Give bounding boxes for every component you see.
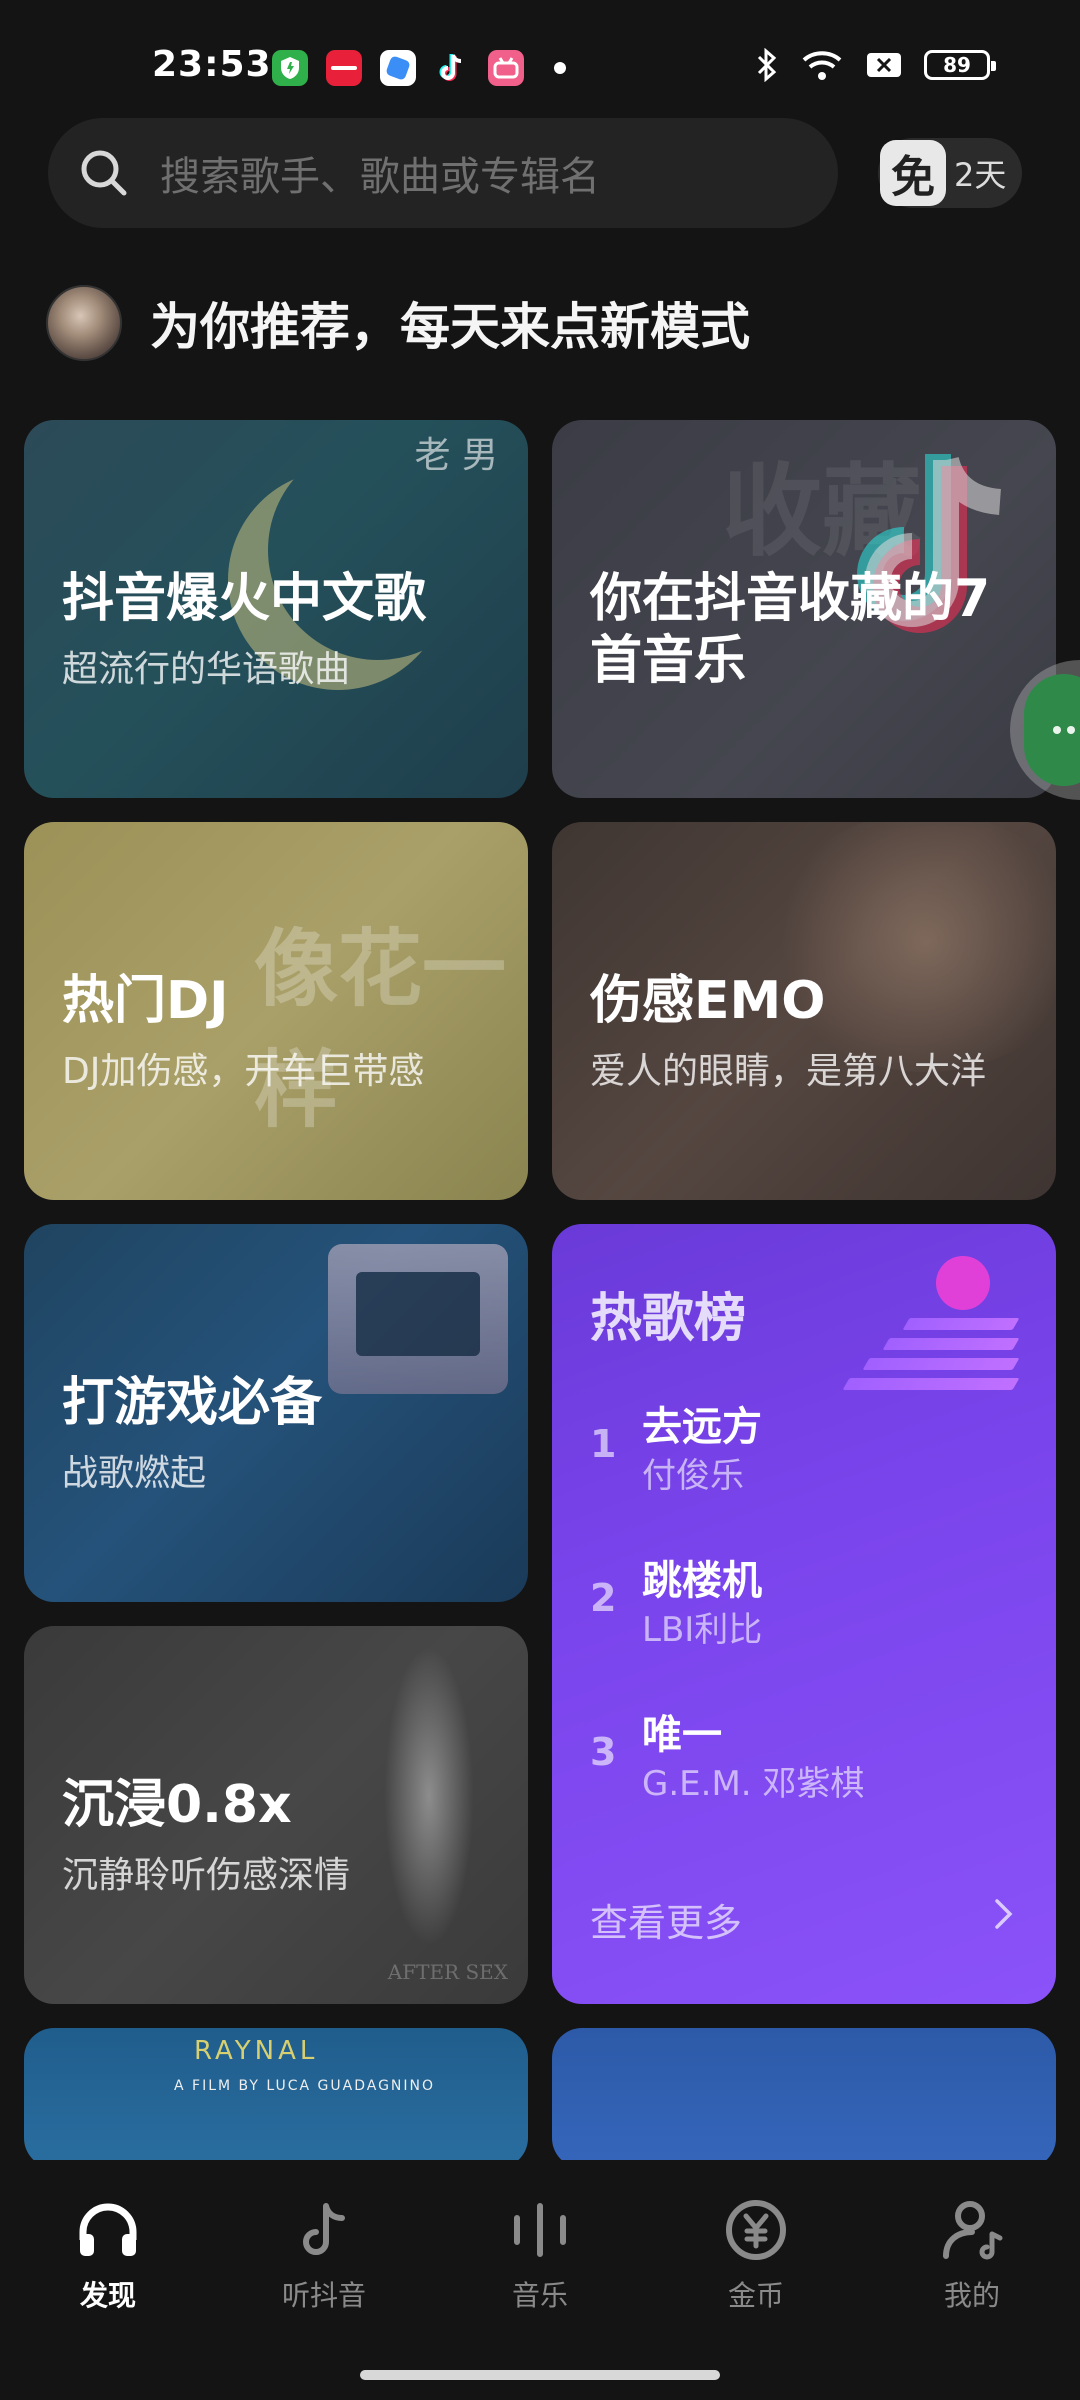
playlist-card-partial-left[interactable]: RAYNAL A FILM BY LUCA GUADAGNINO xyxy=(24,2028,528,2168)
search-placeholder: 搜索歌手、歌曲或专辑名 xyxy=(160,154,600,200)
screen: 23:53 89 搜索歌手、歌曲或专辑名 免 2天 为你推荐，每天来点新模式 老… xyxy=(0,0,1080,2400)
song-rank: 2 xyxy=(590,1576,617,1620)
card-title: 伤感EMO xyxy=(590,971,826,1031)
browser-icon xyxy=(380,50,416,86)
computer-artwork xyxy=(328,1244,508,1394)
card-title: 热门DJ xyxy=(62,971,229,1031)
bluetooth-icon xyxy=(757,48,777,82)
status-time: 23:53 xyxy=(152,44,272,85)
playlist-card-hot-dj[interactable]: 像花一样 热门DJ DJ加伤感，开车巨带感 xyxy=(24,822,528,1200)
card-subtitle: DJ加伤感，开车巨带感 xyxy=(62,1051,425,1092)
card-subtitle: 超流行的华语歌曲 xyxy=(62,649,351,690)
card-title: 你在抖音收藏的7首音乐 xyxy=(590,569,991,692)
status-bar: 23:53 89 xyxy=(0,0,1080,120)
battery-indicator: 89 xyxy=(924,50,996,80)
xiaohongshu-icon xyxy=(326,50,362,86)
music-bars-icon xyxy=(514,2203,566,2257)
vip-free-badge: 免 xyxy=(880,140,946,206)
card-title: 沉浸0.8x xyxy=(62,1775,292,1835)
song-rank: 3 xyxy=(590,1730,617,1774)
chart-steps-artwork xyxy=(836,1318,1020,1398)
song-name: 跳楼机 xyxy=(642,1558,762,1604)
card-title: 抖音爆火中文歌 xyxy=(62,569,427,629)
hot-songs-chart-card[interactable]: 热歌榜 1 去远方 付俊乐 2 跳楼机 LBI利比 3 唯一 G.E.M. 邓紫… xyxy=(552,1224,1056,2004)
vip-days-label: 2天 xyxy=(954,156,1007,194)
card-art-text: AFTER SEX xyxy=(387,1960,508,1984)
song-artist: G.E.M. 邓紫棋 xyxy=(642,1764,865,1804)
chart-ball-artwork xyxy=(936,1256,990,1310)
card-title: 打游戏必备 xyxy=(62,1373,323,1433)
bilibili-icon xyxy=(488,50,524,86)
card-art-text: 老 男 xyxy=(414,435,498,476)
bottom-nav: 发现 听抖音 音乐 金币 我的 xyxy=(0,2160,1080,2400)
song-artist: LBI利比 xyxy=(642,1610,763,1650)
chart-title: 热歌榜 xyxy=(590,1289,747,1349)
system-status: 89 xyxy=(756,48,996,82)
playlist-card-douyin-hits[interactable]: 老 男 抖音爆火中文歌 超流行的华语歌曲 xyxy=(24,420,528,798)
song-rank: 1 xyxy=(590,1422,617,1466)
song-name: 唯一 xyxy=(642,1712,722,1758)
headphones-icon xyxy=(79,2203,137,2256)
card-subtitle: 沉静聆听伤感深情 xyxy=(62,1855,351,1896)
playlist-card-douyin-favorites[interactable]: 收藏 你在抖音收藏的7首音乐 xyxy=(552,420,1056,798)
nav-mine[interactable]: 我的 xyxy=(902,2190,1042,2314)
security-app-icon xyxy=(272,50,308,86)
avatar[interactable] xyxy=(46,285,122,361)
nav-label: 发现 xyxy=(79,2279,136,2312)
search-icon xyxy=(81,150,127,196)
song-artist: 付俊乐 xyxy=(642,1456,744,1496)
card-subtitle: 战歌燃起 xyxy=(62,1453,207,1494)
nav-music[interactable]: 音乐 xyxy=(470,2190,610,2314)
tiktok-icon xyxy=(434,50,470,86)
x-box-icon xyxy=(867,53,901,77)
nav-coins[interactable]: 金币 xyxy=(686,2190,826,2314)
yuan-coin-icon xyxy=(726,2200,786,2260)
nav-label: 音乐 xyxy=(511,2279,568,2312)
notification-icons xyxy=(272,50,566,86)
tiktok-note-icon xyxy=(303,2203,345,2255)
more-dots-icon xyxy=(1024,674,1080,786)
recommend-header: 为你推荐，每天来点新模式 xyxy=(46,285,750,361)
card-art-text: A FILM BY LUCA GUADAGNINO xyxy=(174,2078,436,2094)
see-more-link[interactable]: 查看更多 xyxy=(590,1892,742,1947)
song-name: 去远方 xyxy=(642,1404,762,1450)
smoke-artwork xyxy=(384,1646,474,1946)
chevron-right-icon[interactable] xyxy=(992,1896,1016,1932)
nav-label: 听抖音 xyxy=(281,2279,366,2312)
vip-free-button[interactable]: 免 2天 xyxy=(878,138,1022,208)
portrait-artwork xyxy=(766,822,1056,1072)
wifi-icon xyxy=(802,51,842,80)
more-notifications-dot xyxy=(554,62,566,74)
search-bar[interactable]: 搜索歌手、歌曲或专辑名 xyxy=(48,118,838,228)
playlist-card-immersive[interactable]: AFTER SEX 沉浸0.8x 沉静聆听伤感深情 xyxy=(24,1626,528,2004)
nav-listen-douyin[interactable]: 听抖音 xyxy=(254,2190,394,2314)
recommend-title: 为你推荐，每天来点新模式 xyxy=(150,298,750,356)
card-subtitle: 爱人的眼睛，是第八大洋 xyxy=(590,1051,987,1092)
profile-music-icon xyxy=(943,2201,1003,2260)
playlist-card-partial-right[interactable] xyxy=(552,2028,1056,2168)
nav-label: 金币 xyxy=(727,2279,784,2312)
nav-label: 我的 xyxy=(943,2279,1000,2312)
card-art-text: 像花一样 xyxy=(254,920,507,1139)
playlist-card-gaming[interactable]: 打游戏必备 战歌燃起 xyxy=(24,1224,528,1602)
card-art-text: RAYNAL xyxy=(194,2036,319,2066)
nav-discover[interactable]: 发现 xyxy=(38,2190,178,2314)
home-indicator[interactable] xyxy=(360,2370,720,2380)
playlist-card-sad-emo[interactable]: 伤感EMO 爱人的眼睛，是第八大洋 xyxy=(552,822,1056,1200)
